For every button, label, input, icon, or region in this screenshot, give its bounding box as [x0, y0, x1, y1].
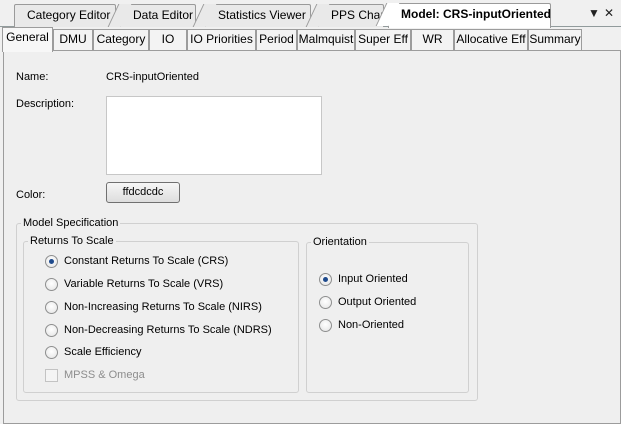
radio-button[interactable] [45, 301, 58, 314]
doc-tab-data-editor[interactable]: Data Editor [120, 4, 196, 27]
radio-button[interactable] [45, 324, 58, 337]
tab-general[interactable]: General [2, 27, 53, 52]
radio-button[interactable] [45, 278, 58, 291]
tab-label: General [6, 30, 49, 44]
tab-dmu[interactable]: DMU [53, 29, 93, 51]
orientation-group: Orientation [306, 236, 469, 393]
tab-label: WR [422, 32, 443, 46]
tab-malmquist[interactable]: Malmquist [297, 29, 355, 51]
general-tab-panel: Name: CRS-inputOriented Description: Col… [3, 50, 621, 424]
tab-super-eff[interactable]: Super Eff [355, 29, 411, 51]
radio-button[interactable] [319, 296, 332, 309]
radio-button[interactable] [45, 346, 58, 359]
returns-to-scale-title: Returns To Scale [30, 235, 114, 247]
radio-button[interactable] [319, 319, 332, 332]
radio-input-oriented-label: Input Oriented [338, 273, 408, 285]
radio-scale-efficiency-label: Scale Efficiency [64, 346, 142, 358]
tab-label: IO [161, 32, 175, 46]
radio-vrs-label: Variable Returns To Scale (VRS) [64, 278, 224, 290]
tab-period[interactable]: Period [256, 29, 297, 51]
radio-crs-label: Constant Returns To Scale (CRS) [64, 255, 229, 267]
tab-label: Super Eff [358, 32, 408, 46]
tab-label: Period [259, 32, 294, 46]
tab-label: Allocative Eff [456, 32, 526, 46]
tab-category[interactable]: Category [93, 29, 149, 51]
mpss-omega-label: MPSS & Omega [64, 369, 145, 381]
tab-io[interactable]: IO [149, 29, 187, 51]
doc-tab-label: Statistics Viewer [218, 8, 306, 22]
orientation-title: Orientation [313, 236, 367, 248]
doc-tab-label: Category Editor [27, 8, 111, 22]
radio-button-checked[interactable] [319, 273, 332, 286]
tab-allocative-eff[interactable]: Allocative Eff [454, 29, 528, 51]
dropdown-arrow-icon[interactable]: ▼ [588, 5, 600, 21]
tab-label: Summary [529, 32, 581, 46]
model-specification-title: Model Specification [23, 217, 119, 229]
tab-wr[interactable]: WR [411, 29, 454, 51]
checkbox-disabled[interactable] [45, 369, 58, 382]
tab-label: Category [96, 32, 146, 46]
name-value: CRS-inputOriented [106, 71, 199, 83]
radio-button-checked[interactable] [45, 255, 58, 268]
doc-tab-label: Data Editor [133, 8, 194, 22]
tab-io-priorities[interactable]: IO Priorities [187, 29, 256, 51]
doc-tab-statistics-viewer[interactable]: Statistics Viewer [205, 4, 311, 27]
close-icon[interactable]: ✕ [604, 5, 614, 21]
radio-ndrs-label: Non-Decreasing Returns To Scale (NDRS) [64, 324, 272, 336]
model-tab-bar: General DMU Category IO IO Priorities Pe… [0, 27, 621, 52]
doc-tab-label: Model: CRS-inputOriented [401, 7, 551, 21]
doc-tab-category-editor[interactable]: Category Editor [14, 4, 116, 27]
tab-label: DMU [59, 32, 87, 46]
document-tab-bar: Category Editor Data Editor Statistics V… [0, 0, 621, 28]
tab-summary[interactable]: Summary [528, 29, 582, 51]
color-button[interactable]: ffdcdcdc [106, 182, 180, 203]
radio-nirs-label: Non-Increasing Returns To Scale (NIRS) [64, 301, 262, 313]
tab-label: Malmquist [298, 32, 354, 46]
name-label: Name: [16, 71, 49, 83]
radio-output-oriented-label: Output Oriented [338, 296, 417, 308]
tab-label: IO Priorities [190, 32, 253, 46]
description-field[interactable] [106, 96, 322, 175]
radio-non-oriented-label: Non-Oriented [338, 319, 405, 331]
doc-tab-model[interactable]: Model: CRS-inputOriented [388, 3, 551, 28]
description-label: Description: [16, 98, 75, 110]
doc-tab-pps-chart[interactable]: PPS Chart [318, 4, 388, 27]
color-label: Color: [16, 189, 46, 201]
